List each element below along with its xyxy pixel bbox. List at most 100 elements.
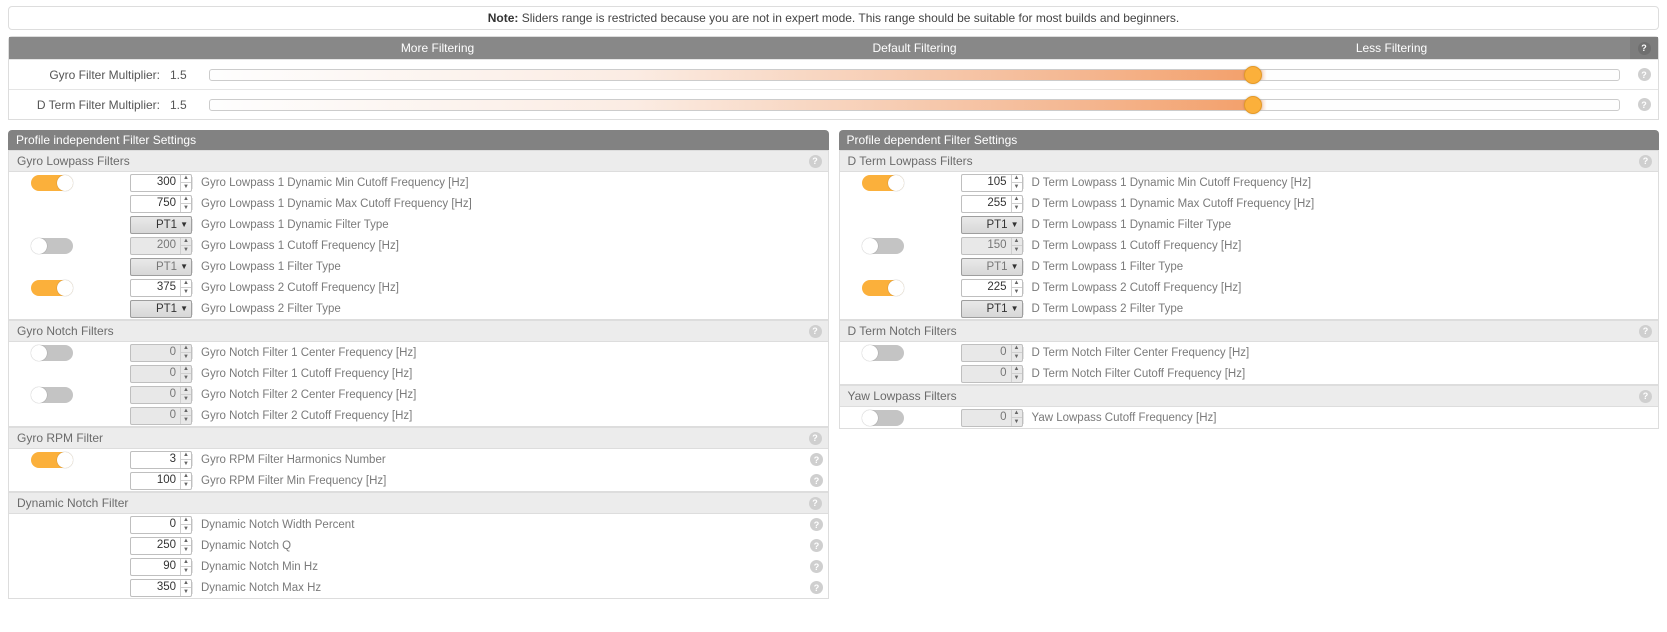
spin-down-icon[interactable]: ▼ (181, 183, 191, 191)
number-input[interactable]: 255 ▲▼ (961, 195, 1023, 213)
toggle-switch[interactable] (862, 280, 904, 296)
spin-down-icon[interactable]: ▼ (181, 460, 191, 468)
number-input[interactable]: 375 ▲▼ (130, 279, 192, 297)
number-input[interactable]: 100 ▲▼ (130, 472, 192, 490)
spin-down-icon[interactable]: ▼ (181, 525, 191, 533)
toggle-switch[interactable] (31, 452, 73, 468)
spin-up-icon[interactable]: ▲ (181, 175, 191, 184)
toggle-switch[interactable] (31, 238, 73, 254)
number-spinner[interactable]: ▲▼ (180, 452, 191, 468)
select-input[interactable]: PT1 ▼ (961, 300, 1023, 318)
toggle-switch[interactable] (862, 238, 904, 254)
spin-up-icon[interactable]: ▲ (181, 517, 191, 526)
help-icon[interactable]: ? (1639, 155, 1652, 168)
spin-down-icon[interactable]: ▼ (1012, 288, 1022, 296)
number-spinner[interactable]: ▲▼ (180, 473, 191, 489)
spin-up-icon[interactable]: ▲ (181, 452, 191, 461)
spin-up-icon[interactable]: ▲ (181, 559, 191, 568)
spin-up-icon: ▲ (181, 387, 191, 396)
help-icon[interactable]: ? (1639, 390, 1652, 403)
section-header-dterm_notch: D Term Notch Filters ? (839, 320, 1660, 342)
spin-up-icon[interactable]: ▲ (181, 580, 191, 589)
slider-dterm-help[interactable]: ? (1630, 98, 1658, 111)
row-help[interactable]: ? (806, 518, 828, 531)
row-control: 0 ▲▼ (955, 344, 1023, 362)
help-icon: ? (810, 474, 823, 487)
number-input[interactable]: 225 ▲▼ (961, 279, 1023, 297)
number-input[interactable]: 250 ▲▼ (130, 537, 192, 555)
number-spinner: ▲▼ (1011, 410, 1022, 426)
spin-down-icon[interactable]: ▼ (181, 288, 191, 296)
select-input[interactable]: PT1 ▼ (130, 258, 192, 276)
spin-down-icon[interactable]: ▼ (1012, 204, 1022, 212)
number-spinner[interactable]: ▲▼ (180, 559, 191, 575)
number-spinner[interactable]: ▲▼ (1011, 280, 1022, 296)
number-spinner[interactable]: ▲▼ (180, 280, 191, 296)
number-spinner[interactable]: ▲▼ (1011, 196, 1022, 212)
toggle-switch[interactable] (31, 387, 73, 403)
spin-down-icon[interactable]: ▼ (181, 588, 191, 596)
number-input[interactable]: 300 ▲▼ (130, 174, 192, 192)
spin-up-icon[interactable]: ▲ (181, 280, 191, 289)
filter-row: 375 ▲▼ Gyro Lowpass 2 Cutoff Frequency [… (9, 277, 828, 298)
toggle-switch[interactable] (862, 175, 904, 191)
help-icon[interactable]: ? (809, 325, 822, 338)
toggle-switch[interactable] (862, 410, 904, 426)
spin-up-icon[interactable]: ▲ (181, 538, 191, 547)
toggle-switch[interactable] (31, 175, 73, 191)
number-spinner[interactable]: ▲▼ (1011, 175, 1022, 191)
help-icon[interactable]: ? (809, 497, 822, 510)
row-label: Dynamic Notch Min Hz (192, 561, 806, 573)
spin-up-icon[interactable]: ▲ (1012, 196, 1022, 205)
row-help[interactable]: ? (806, 474, 828, 487)
row-control: 200 ▲▼ (124, 237, 192, 255)
number-spinner[interactable]: ▲▼ (180, 538, 191, 554)
slider-gyro-track[interactable] (209, 69, 1620, 81)
number-input[interactable]: 3 ▲▼ (130, 451, 192, 469)
help-icon: ? (1638, 68, 1651, 81)
toggle-switch[interactable] (31, 280, 73, 296)
spin-down-icon[interactable]: ▼ (181, 204, 191, 212)
slider-gyro-help[interactable]: ? (1630, 68, 1658, 81)
number-input[interactable]: 750 ▲▼ (130, 195, 192, 213)
select-input[interactable]: PT1 ▼ (961, 216, 1023, 234)
number-spinner[interactable]: ▲▼ (180, 580, 191, 596)
spin-down-icon: ▼ (181, 374, 191, 382)
help-icon[interactable]: ? (1639, 325, 1652, 338)
help-icon[interactable]: ? (809, 155, 822, 168)
row-help[interactable]: ? (806, 453, 828, 466)
select-input[interactable]: PT1 ▼ (961, 258, 1023, 276)
number-input[interactable]: 90 ▲▼ (130, 558, 192, 576)
number-input[interactable]: 105 ▲▼ (961, 174, 1023, 192)
spin-down-icon[interactable]: ▼ (1012, 183, 1022, 191)
section-rows-gyro_lowpass: 300 ▲▼ Gyro Lowpass 1 Dynamic Min Cutoff… (8, 172, 829, 320)
select-value: PT1 (136, 261, 180, 273)
slider-header-help[interactable]: ? (1630, 37, 1658, 59)
row-help[interactable]: ? (806, 581, 828, 594)
number-input[interactable]: 0 ▲▼ (130, 516, 192, 534)
row-help[interactable]: ? (806, 539, 828, 552)
spin-up-icon[interactable]: ▲ (1012, 280, 1022, 289)
number-input[interactable]: 350 ▲▼ (130, 579, 192, 597)
slider-gyro-thumb[interactable] (1244, 66, 1262, 84)
spin-up-icon[interactable]: ▲ (181, 196, 191, 205)
spin-up-icon[interactable]: ▲ (1012, 175, 1022, 184)
row-help[interactable]: ? (806, 560, 828, 573)
help-icon[interactable]: ? (809, 432, 822, 445)
slider-dterm-track[interactable] (209, 99, 1620, 111)
spin-down-icon[interactable]: ▼ (181, 546, 191, 554)
toggle-switch[interactable] (31, 345, 73, 361)
toggle-switch[interactable] (862, 345, 904, 361)
number-spinner[interactable]: ▲▼ (180, 196, 191, 212)
slider-dterm-value: 1.5 (164, 98, 199, 112)
spin-up-icon: ▲ (1012, 410, 1022, 419)
select-input[interactable]: PT1 ▼ (130, 216, 192, 234)
select-input[interactable]: PT1 ▼ (130, 300, 192, 318)
spin-down-icon[interactable]: ▼ (181, 567, 191, 575)
number-spinner[interactable]: ▲▼ (180, 175, 191, 191)
number-spinner[interactable]: ▲▼ (180, 517, 191, 533)
slider-row-dterm: D Term Filter Multiplier: 1.5 ? (9, 89, 1658, 119)
slider-dterm-thumb[interactable] (1244, 96, 1262, 114)
spin-up-icon[interactable]: ▲ (181, 473, 191, 482)
spin-down-icon[interactable]: ▼ (181, 481, 191, 489)
